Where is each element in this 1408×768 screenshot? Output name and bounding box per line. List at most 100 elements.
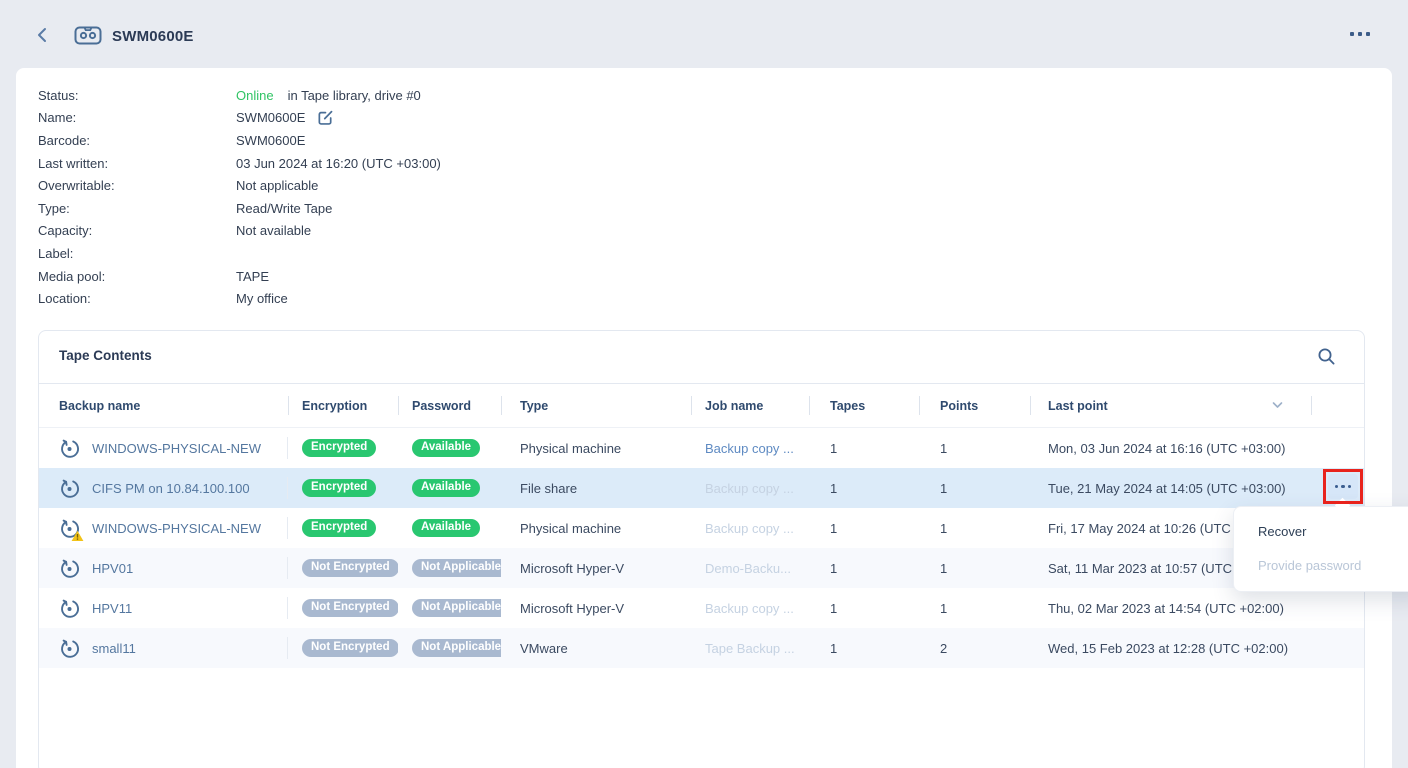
restore-point-icon [59, 478, 80, 499]
password-badge: Not Applicable [412, 559, 501, 578]
backup-name-link[interactable]: WINDOWS-PHYSICAL-NEW [92, 441, 261, 456]
table-row[interactable]: WINDOWS-PHYSICAL-NEW Encrypted Available… [39, 428, 1364, 468]
password-badge: Available [412, 439, 480, 458]
password-badge: Not Applicable [412, 599, 501, 618]
detail-row-type: Type: Read/Write Tape [38, 197, 441, 220]
detail-value: 03 Jun 2024 at 16:20 (UTC +03:00) [236, 156, 441, 171]
column-header-last-point[interactable]: Last point [1030, 384, 1311, 427]
encryption-badge: Not Encrypted [302, 639, 398, 658]
encryption-badge: Encrypted [302, 439, 376, 458]
encryption-badge: Not Encrypted [302, 599, 398, 618]
actions-cell [1311, 428, 1364, 468]
password-badge: Available [412, 479, 480, 498]
restore-point-warning-icon [59, 518, 80, 539]
last-point-cell: Wed, 15 Feb 2023 at 12:28 (UTC +02:00) [1030, 628, 1311, 668]
detail-label: Media pool: [38, 269, 236, 284]
more-horizontal-icon[interactable] [1350, 32, 1370, 36]
backup-name-link[interactable]: WINDOWS-PHYSICAL-NEW [92, 521, 261, 536]
column-header-points[interactable]: Points [919, 384, 1030, 427]
detail-row-overwritable: Overwritable: Not applicable [38, 174, 441, 197]
detail-value: Not applicable [236, 178, 318, 193]
column-header-tapes[interactable]: Tapes [809, 384, 919, 427]
detail-value: SWM0600E [236, 110, 305, 125]
backup-name-link[interactable]: small11 [92, 641, 136, 656]
points-cell: 1 [919, 548, 1030, 588]
column-header-password[interactable]: Password [398, 384, 501, 427]
last-point-cell: Tue, 21 May 2024 at 14:05 (UTC +03:00) [1030, 468, 1311, 508]
tape-details-list: Status: Online in Tape library, drive #0… [38, 84, 441, 310]
tapes-cell: 1 [809, 588, 919, 628]
detail-value: My office [236, 291, 288, 306]
detail-label: Barcode: [38, 133, 236, 148]
backup-name-link[interactable]: CIFS PM on 10.84.100.100 [92, 481, 250, 496]
last-point-cell: Thu, 02 Mar 2023 at 14:54 (UTC +02:00) [1030, 588, 1311, 628]
type-cell: Microsoft Hyper-V [501, 588, 691, 628]
tapes-cell: 1 [809, 508, 919, 548]
column-header-type[interactable]: Type [501, 384, 691, 427]
column-header-actions [1311, 384, 1364, 427]
tape-contents-title: Tape Contents [59, 348, 152, 363]
points-cell: 1 [919, 588, 1030, 628]
last-point-cell: Mon, 03 Jun 2024 at 16:16 (UTC +03:00) [1030, 428, 1311, 468]
column-header-backup-name[interactable]: Backup name [39, 384, 288, 427]
points-cell: 2 [919, 628, 1030, 668]
type-cell: Physical machine [501, 428, 691, 468]
top-bar: SWM0600E [0, 0, 1408, 68]
actions-cell [1311, 628, 1364, 668]
column-header-label: Last point [1048, 399, 1108, 413]
page-title: SWM0600E [112, 28, 194, 45]
tape-contents-panel: Tape Contents Backup name Encryption Pas… [38, 330, 1365, 768]
tape-contents-header: Tape Contents [39, 331, 1364, 384]
encryption-badge: Encrypted [302, 479, 376, 498]
table-header-row: Backup name Encryption Password Type Job… [39, 384, 1364, 428]
table-row[interactable]: HPV01 Not Encrypted.. Not Applicable. Mi… [39, 548, 1364, 588]
edit-icon[interactable] [317, 109, 334, 126]
menu-item-recover[interactable]: Recover [1234, 515, 1408, 549]
job-name-link-disabled: Tape Backup ... [705, 641, 795, 656]
warning-icon [71, 530, 84, 542]
detail-row-last-written: Last written: 03 Jun 2024 at 16:20 (UTC … [38, 152, 441, 175]
column-header-job-name[interactable]: Job name [691, 384, 809, 427]
job-name-link[interactable]: Backup copy ... [705, 441, 794, 456]
tape-cassette-icon [74, 24, 102, 47]
detail-value: Not available [236, 223, 311, 238]
restore-point-icon [59, 598, 80, 619]
column-header-encryption[interactable]: Encryption [288, 384, 398, 427]
back-icon[interactable] [34, 26, 52, 44]
tapes-cell: 1 [809, 428, 919, 468]
search-icon[interactable] [1317, 347, 1336, 366]
status-badge: Online [236, 88, 274, 103]
chevron-down-icon[interactable] [1272, 401, 1283, 409]
job-name-link-disabled: Backup copy ... [705, 481, 794, 496]
detail-label: Overwritable: [38, 178, 236, 193]
detail-row-status: Status: Online in Tape library, drive #0 [38, 84, 441, 107]
tapes-cell: 1 [809, 468, 919, 508]
backup-name-link[interactable]: HPV01 [92, 561, 133, 576]
row-actions-button[interactable] [1328, 474, 1358, 499]
restore-point-icon [59, 438, 80, 459]
table-row[interactable]: WINDOWS-PHYSICAL-NEW Encrypted Available… [39, 508, 1364, 548]
table-row-selected[interactable]: CIFS PM on 10.84.100.100 Encrypted Avail… [39, 468, 1364, 508]
detail-row-label: Label: [38, 242, 441, 265]
points-cell: 1 [919, 508, 1030, 548]
detail-label: Label: [38, 246, 236, 261]
detail-label: Name: [38, 110, 236, 125]
table-row[interactable]: HPV11 Not Encrypted.. Not Applicable. Mi… [39, 588, 1364, 628]
job-name-link-disabled: Demo-Backu... [705, 561, 791, 576]
detail-label: Type: [38, 201, 236, 216]
detail-row-media-pool: Media pool: TAPE [38, 265, 441, 288]
detail-label: Location: [38, 291, 236, 306]
encryption-badge: Encrypted [302, 519, 376, 538]
type-cell: Microsoft Hyper-V [501, 548, 691, 588]
restore-point-icon [59, 638, 80, 659]
detail-value: SWM0600E [236, 133, 305, 148]
detail-value: Read/Write Tape [236, 201, 332, 216]
restore-point-icon [59, 558, 80, 579]
menu-item-provide-password[interactable]: Provide password [1234, 549, 1408, 583]
context-menu: Recover Provide password [1233, 506, 1408, 592]
backup-name-link[interactable]: HPV11 [92, 601, 132, 616]
detail-row-barcode: Barcode: SWM0600E [38, 129, 441, 152]
detail-row-name: Name: SWM0600E [38, 107, 441, 130]
type-cell: File share [501, 468, 691, 508]
table-row[interactable]: small11 Not Encrypted.. Not Applicable. … [39, 628, 1364, 668]
